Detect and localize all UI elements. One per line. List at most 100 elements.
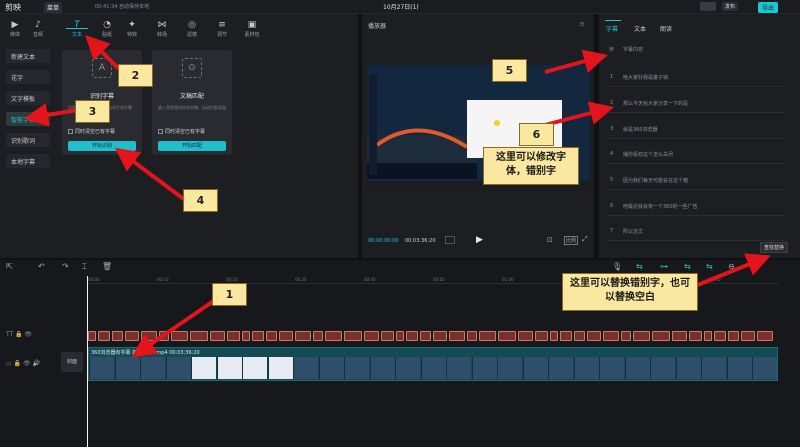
subtitle-clip[interactable] <box>141 331 157 341</box>
play-icon[interactable]: ▶ <box>476 235 483 245</box>
subtitle-clip[interactable] <box>535 331 548 341</box>
zoom-out-icon[interactable]: ⊖ <box>728 262 735 271</box>
subtitle-clip[interactable] <box>587 331 601 341</box>
subtitle-row[interactable]: 4 播你看双这个怎么关闭 <box>606 145 786 164</box>
tab-audio[interactable]: ♪ 音频 <box>27 19 49 41</box>
subtitle-row[interactable]: 6 吧最近就会有一个360的一些广告 <box>606 197 786 216</box>
subtitle-clip[interactable] <box>741 331 755 341</box>
subtitle-clip[interactable] <box>433 331 447 341</box>
subtitle-clip[interactable] <box>560 331 572 341</box>
sidebar-item-lyrics[interactable]: 识别歌词 <box>6 133 50 147</box>
subtitle-clip[interactable] <box>518 331 533 341</box>
magnet-icon[interactable]: ⊶ <box>660 262 668 271</box>
subtitle-row[interactable]: 3 就是360浏览器 <box>606 120 786 139</box>
subtitle-clip[interactable] <box>227 331 240 341</box>
subtitle-clip[interactable] <box>574 331 585 341</box>
subtitle-clip[interactable] <box>633 331 650 341</box>
find-replace-button[interactable]: 查找替换 <box>760 242 789 253</box>
tab-transition[interactable]: ⋈ 转场 <box>151 19 173 41</box>
subtitle-clip[interactable] <box>252 331 264 341</box>
subtitle-clip[interactable] <box>112 331 123 341</box>
subtitle-clip[interactable] <box>449 331 465 341</box>
select-tool-icon[interactable]: ⇱ <box>6 262 13 271</box>
subtitle-clip[interactable] <box>98 331 110 341</box>
subtitle-clip[interactable] <box>420 331 431 341</box>
avatar[interactable] <box>700 2 716 11</box>
subtitle-clip[interactable] <box>689 331 702 341</box>
subtitle-clip[interactable] <box>325 331 342 341</box>
sidebar-item-new-text[interactable]: 新建文本 <box>6 49 50 63</box>
clear-existing-checkbox[interactable]: 同时清空已有字幕 <box>68 128 115 135</box>
menu-button[interactable]: 菜单 <box>44 2 63 13</box>
microphone-icon[interactable]: 🎙 <box>612 262 622 271</box>
clear-existing-checkbox[interactable]: 同时清空已有字幕 <box>158 128 205 135</box>
tab-adjust[interactable]: ≡ 调节 <box>211 19 233 41</box>
subtitle-clip[interactable] <box>171 331 188 341</box>
delete-icon[interactable]: 🗑 <box>102 262 112 271</box>
subtitle-row[interactable]: 2 那么今天给大家分享一下的是 <box>606 94 786 113</box>
subtitle-clip[interactable] <box>728 331 739 341</box>
subtitle-clip[interactable] <box>714 331 726 341</box>
subtitle-clip[interactable] <box>313 331 323 341</box>
ratio-icon[interactable]: 比例 <box>564 236 579 245</box>
subtitle-clip[interactable] <box>550 331 558 341</box>
subtitle-clip[interactable] <box>159 331 169 341</box>
subtitle-clip[interactable] <box>704 331 712 341</box>
text-track-controls[interactable]: TT 🔒 👁 <box>6 331 32 338</box>
tab-sticker[interactable]: ◔ 贴纸 <box>96 19 118 41</box>
sidebar-item-smart-subtitle[interactable]: 智能字幕 <box>6 112 50 126</box>
subtitle-clip[interactable] <box>210 331 225 341</box>
crop-icon[interactable]: ⊡ <box>547 236 553 244</box>
subtitle-clip[interactable] <box>406 331 418 341</box>
subtitle-row[interactable]: 1 哈大家好我是童子锅 <box>606 68 786 87</box>
tab-media[interactable]: ▶ 媒体 <box>4 19 26 41</box>
export-button[interactable]: 导出 <box>758 2 779 13</box>
subtitle-clip[interactable] <box>364 331 379 341</box>
start-recognize-button[interactable]: 开始识别 <box>68 141 136 151</box>
subtitle-clip[interactable] <box>467 331 477 341</box>
subtitle-clip[interactable] <box>279 331 293 341</box>
publish-button[interactable]: 发布 <box>722 2 739 11</box>
tab-filter[interactable]: ◎ 滤镜 <box>181 19 203 41</box>
menu-icon[interactable]: ≡ <box>579 20 585 28</box>
subtitle-clip[interactable] <box>125 331 139 341</box>
subtitle-clip[interactable] <box>396 331 404 341</box>
tab-subtitle[interactable]: 字幕 <box>606 24 618 33</box>
subtitle-row[interactable]: 5 因为我们每天可能会在这个箱 <box>606 171 786 190</box>
start-match-button[interactable]: 开始匹配 <box>158 141 226 151</box>
subtitle-clip[interactable] <box>295 331 311 341</box>
split-icon[interactable]: ⌶ <box>82 262 87 272</box>
tab-text-props[interactable]: 文本 <box>634 24 646 33</box>
subtitle-clip[interactable] <box>757 331 773 341</box>
video-clip[interactable]: 360浏览器有字幕 如何关闭?.mp4 00:03:36:20 <box>88 347 778 381</box>
cover-button[interactable]: 封面 <box>61 352 83 372</box>
tab-assets[interactable]: ▣ 素材包 <box>241 19 263 41</box>
subtitle-clip[interactable] <box>242 331 250 341</box>
subtitle-clip[interactable] <box>88 331 96 341</box>
tab-read-aloud[interactable]: 朗读 <box>660 24 672 33</box>
subtitle-row[interactable]: 7 所以这文 <box>606 222 786 241</box>
subtitle-clip[interactable] <box>603 331 619 341</box>
linkage-icon[interactable]: ⇆ <box>684 262 691 271</box>
redo-icon[interactable]: ↷ <box>62 262 69 271</box>
subtitle-clip[interactable] <box>652 331 670 341</box>
tab-text[interactable]: T 文本 <box>66 19 88 41</box>
subtitle-clip[interactable] <box>672 331 687 341</box>
undo-icon[interactable]: ↶ <box>38 262 45 271</box>
timecode-toggle[interactable] <box>445 236 455 244</box>
subtitle-clip[interactable] <box>344 331 362 341</box>
preview-axis-icon[interactable]: ⇆ <box>706 262 713 271</box>
video-track-controls[interactable]: ▭ 🔒 👁 🔊 <box>6 360 40 367</box>
subtitle-clip[interactable] <box>498 331 516 341</box>
playhead[interactable] <box>87 276 88 447</box>
fullscreen-icon[interactable]: ⤢ <box>582 235 588 244</box>
subtitle-clip[interactable] <box>381 331 394 341</box>
sidebar-item-local-subtitle[interactable]: 本地字幕 <box>6 154 50 168</box>
sidebar-item-text-template[interactable]: 文字模板 <box>6 91 50 105</box>
subtitle-clip[interactable] <box>621 331 631 341</box>
subtitle-clip[interactable] <box>479 331 496 341</box>
subtitle-clip[interactable] <box>190 331 208 341</box>
tab-effects[interactable]: ✦ 特效 <box>121 19 143 41</box>
sidebar-item-fancy-text[interactable]: 花字 <box>6 70 50 84</box>
subtitle-clip[interactable] <box>266 331 277 341</box>
